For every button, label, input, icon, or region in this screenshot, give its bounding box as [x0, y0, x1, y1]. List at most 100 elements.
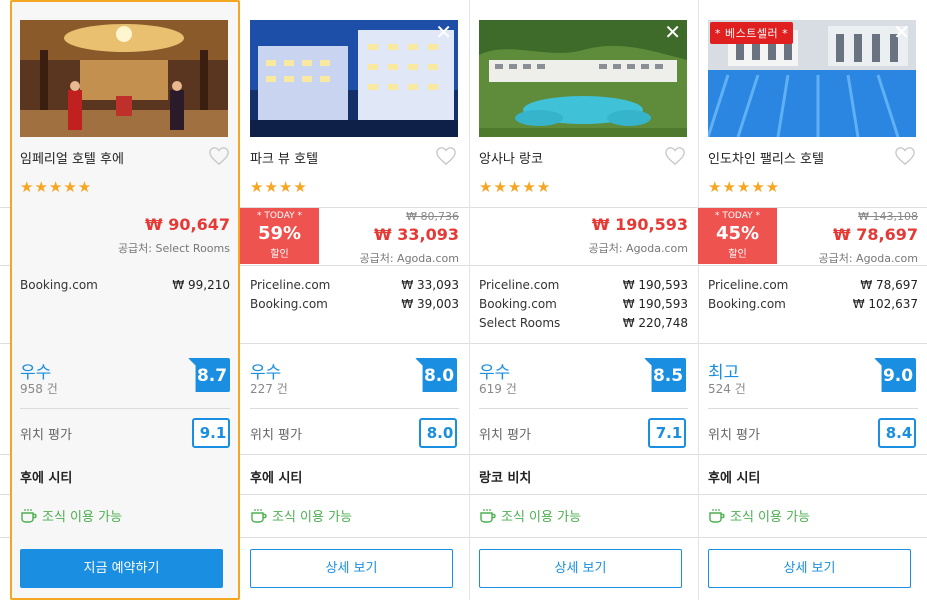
- discount-label: 할인: [270, 249, 289, 260]
- offer-list: Booking.com ₩ 99,210: [20, 278, 230, 297]
- close-icon[interactable]: ✕: [893, 22, 910, 42]
- price[interactable]: ₩ 33,093: [374, 225, 459, 244]
- offer-price: ₩ 39,003: [401, 297, 459, 311]
- price[interactable]: ₩ 90,647: [145, 215, 230, 234]
- breakfast-info: 조식 이용 가능: [250, 506, 352, 525]
- offer-site: Priceline.com: [708, 278, 789, 292]
- offer-price: ₩ 190,593: [622, 297, 688, 311]
- star-rating: ★★★★: [250, 178, 308, 196]
- hotel-photo[interactable]: ✕: [479, 20, 687, 137]
- offer-list: Priceline.com ₩ 33,093 Booking.com ₩ 39,…: [250, 278, 459, 316]
- hotel-photo[interactable]: ✕: [250, 20, 458, 137]
- hotel-photo[interactable]: [20, 20, 228, 137]
- offer-price: ₩ 190,593: [622, 278, 688, 292]
- close-icon[interactable]: ✕: [435, 22, 452, 42]
- hotel-card-angsana[interactable]: ✕ 앙사나 랑코 ★★★★★ ₩ 190,593 공급처: Agoda.com …: [469, 0, 699, 600]
- divider: [250, 408, 459, 409]
- offer-row[interactable]: Booking.com ₩ 39,003: [250, 297, 459, 316]
- supplier: 공급처: Agoda.com: [818, 252, 918, 265]
- offer-row[interactable]: Booking.com ₩ 99,210: [20, 278, 230, 297]
- view-details-button[interactable]: 상세 보기: [708, 549, 911, 588]
- view-details-button[interactable]: 상세 보기: [479, 549, 682, 588]
- area-name: 후에 시티: [20, 471, 73, 486]
- discount-percent: 45%: [715, 223, 760, 244]
- hotel-name[interactable]: 앙사나 랑코: [479, 148, 543, 167]
- today-label: * TODAY *: [256, 211, 303, 221]
- review-count[interactable]: 958 건: [20, 380, 58, 397]
- offer-price: ₩ 102,637: [852, 297, 918, 311]
- divider: [20, 408, 230, 409]
- offer-row[interactable]: Booking.com ₩ 102,637: [708, 297, 918, 316]
- offer-row[interactable]: Booking.com ₩ 190,593: [479, 297, 688, 316]
- heart-icon[interactable]: [208, 146, 230, 166]
- offer-site: Priceline.com: [479, 278, 560, 292]
- breakfast-text: 조식 이용 가능: [501, 510, 582, 525]
- breakfast-info: 조식 이용 가능: [479, 506, 581, 525]
- hotel-name[interactable]: 파크 뷰 호텔: [250, 148, 318, 167]
- location-score-badge: 9.1: [192, 418, 230, 448]
- star-rating: ★★★★★: [708, 178, 781, 196]
- price[interactable]: ₩ 78,697: [833, 225, 918, 244]
- offer-site: Booking.com: [20, 278, 98, 292]
- heart-icon[interactable]: [435, 146, 457, 166]
- offer-row[interactable]: Select Rooms ₩ 220,748: [479, 316, 688, 335]
- today-label: * TODAY *: [714, 211, 761, 221]
- star-rating: ★★★★★: [479, 178, 552, 196]
- supplier: 공급처: Agoda.com: [588, 242, 688, 255]
- divider: [708, 408, 918, 409]
- review-count[interactable]: 227 건: [250, 380, 288, 397]
- offer-list: Priceline.com ₩ 78,697 Booking.com ₩ 102…: [708, 278, 918, 316]
- book-now-button[interactable]: 지금 예약하기: [20, 549, 223, 588]
- discount-label: 할인: [728, 249, 747, 260]
- breakfast-text: 조식 이용 가능: [272, 510, 353, 525]
- coffee-cup-icon: [251, 508, 267, 523]
- heart-icon[interactable]: [664, 146, 686, 166]
- hotel-photo[interactable]: * 베스트셀러 * ✕: [708, 20, 916, 137]
- hotel-card-park-view[interactable]: ✕ 파크 뷰 호텔 ★★★★ * TODAY * 59% 할인 ₩ 80,736…: [240, 0, 470, 600]
- location-label: 위치 평가: [250, 428, 302, 443]
- location-score-badge: 8.0: [419, 418, 457, 448]
- location-label: 위치 평가: [708, 428, 760, 443]
- supplier: 공급처: Agoda.com: [359, 252, 459, 265]
- review-count[interactable]: 619 건: [479, 380, 517, 397]
- discount-percent: 59%: [257, 223, 302, 244]
- offer-site: Booking.com: [250, 297, 328, 311]
- close-icon[interactable]: ✕: [664, 22, 681, 42]
- review-score-badge: 8.5: [644, 358, 686, 392]
- coffee-cup-icon: [709, 508, 725, 523]
- hotel-name[interactable]: 인도차인 팰리스 호텔: [708, 148, 824, 167]
- original-price: ₩ 80,736: [406, 210, 459, 223]
- bestseller-badge: * 베스트셀러 *: [710, 22, 794, 44]
- area-name: 후에 시티: [250, 471, 303, 486]
- coffee-cup-icon: [480, 508, 496, 523]
- offer-price: ₩ 33,093: [401, 278, 459, 292]
- today-discount-badge: * TODAY * 45% 할인: [698, 208, 777, 264]
- offer-price: ₩ 78,697: [860, 278, 918, 292]
- location-score-badge: 8.4: [878, 418, 916, 448]
- offer-row[interactable]: Priceline.com ₩ 78,697: [708, 278, 918, 297]
- offer-row[interactable]: Priceline.com ₩ 190,593: [479, 278, 688, 297]
- hotel-comparison-grid: 임페리얼 호텔 후에 ★★★★★ ₩ 90,647 공급처: Select Ro…: [0, 0, 927, 610]
- heart-icon[interactable]: [894, 146, 916, 166]
- price[interactable]: ₩ 190,593: [592, 215, 688, 234]
- breakfast-text: 조식 이용 가능: [42, 510, 123, 525]
- original-price: ₩ 143,108: [858, 210, 918, 223]
- divider: [479, 408, 688, 409]
- area-name: 후에 시티: [708, 471, 761, 486]
- today-discount-badge: * TODAY * 59% 할인: [240, 208, 319, 264]
- view-details-button[interactable]: 상세 보기: [250, 549, 453, 588]
- offer-site: Booking.com: [708, 297, 786, 311]
- coffee-cup-icon: [21, 508, 37, 523]
- hotel-card-imperial[interactable]: 임페리얼 호텔 후에 ★★★★★ ₩ 90,647 공급처: Select Ro…: [10, 0, 240, 600]
- hotel-card-indochine-palace[interactable]: * 베스트셀러 * ✕ 인도차인 팰리스 호텔 ★★★★★ * TODAY * …: [698, 0, 927, 600]
- breakfast-info: 조식 이용 가능: [20, 506, 122, 525]
- breakfast-text: 조식 이용 가능: [730, 510, 811, 525]
- offer-price: ₩ 220,748: [622, 316, 688, 330]
- review-count[interactable]: 524 건: [708, 380, 746, 397]
- breakfast-info: 조식 이용 가능: [708, 506, 810, 525]
- offer-price: ₩ 99,210: [172, 278, 230, 292]
- review-score-badge: 9.0: [874, 358, 916, 392]
- review-score-badge: 8.0: [415, 358, 457, 392]
- hotel-name[interactable]: 임페리얼 호텔 후에: [20, 148, 124, 167]
- offer-row[interactable]: Priceline.com ₩ 33,093: [250, 278, 459, 297]
